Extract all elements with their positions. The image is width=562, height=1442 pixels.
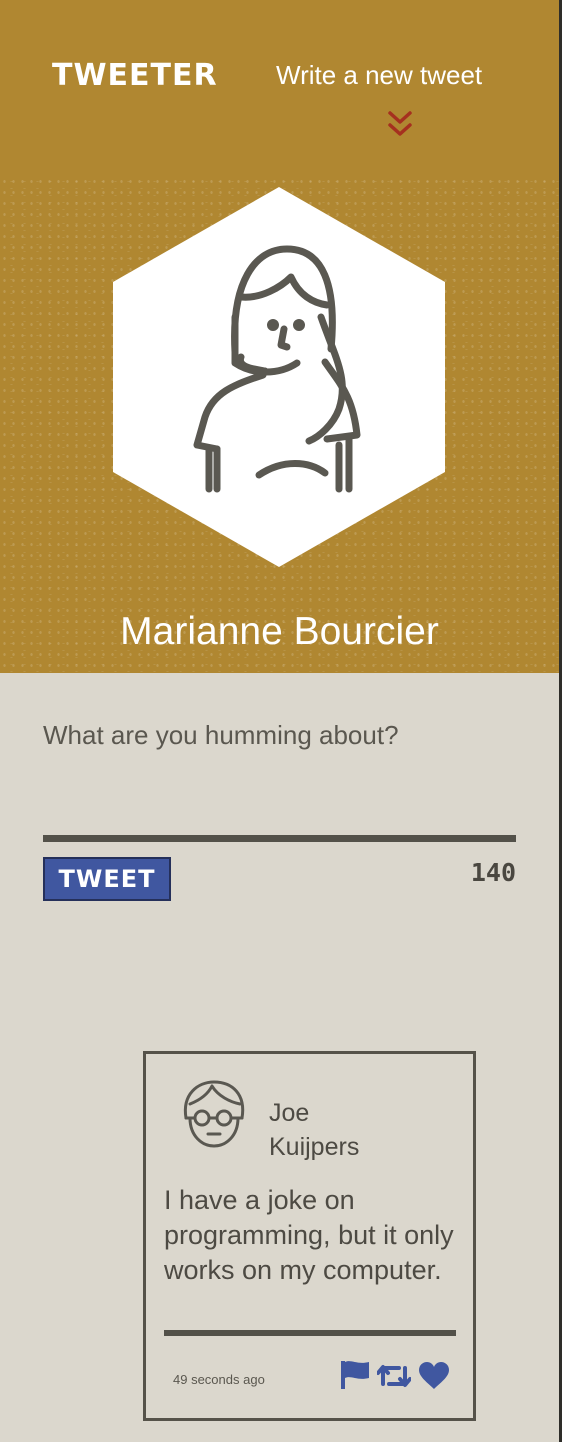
flag-icon[interactable]: [339, 1359, 371, 1391]
tweet-text: I have a joke on programming, but it onl…: [164, 1185, 454, 1285]
tweet-actions: [339, 1359, 451, 1393]
brand-logo[interactable]: TWEETER: [52, 58, 218, 93]
nav-bar: TWEETER Write a new tweet: [0, 0, 559, 175]
tweet-author-name[interactable]: Joe Kuijpers: [269, 1096, 399, 1164]
heart-icon[interactable]: [418, 1361, 450, 1391]
tweet-divider: [164, 1330, 456, 1336]
profile-header: TWEETER Write a new tweet Marianne Bourc…: [0, 0, 559, 673]
tweet-timestamp: 49 seconds ago: [173, 1372, 265, 1387]
char-counter: 140: [470, 858, 516, 887]
compose-divider: [43, 835, 516, 842]
write-new-tweet-link[interactable]: Write a new tweet: [276, 60, 482, 91]
tweet-submit-button[interactable]: TWEET: [43, 857, 171, 901]
tweet-card: Joe Kuijpers I have a joke on programmin…: [143, 1051, 476, 1421]
profile-avatar: [113, 187, 445, 567]
hexagon-frame: [113, 187, 445, 567]
retweet-icon[interactable]: [377, 1362, 411, 1390]
tweet-compose-input[interactable]: [43, 720, 516, 830]
double-chevron-down-icon[interactable]: [386, 110, 414, 140]
man-avatar-icon: [183, 1080, 245, 1148]
profile-name: Marianne Bourcier: [120, 610, 439, 653]
